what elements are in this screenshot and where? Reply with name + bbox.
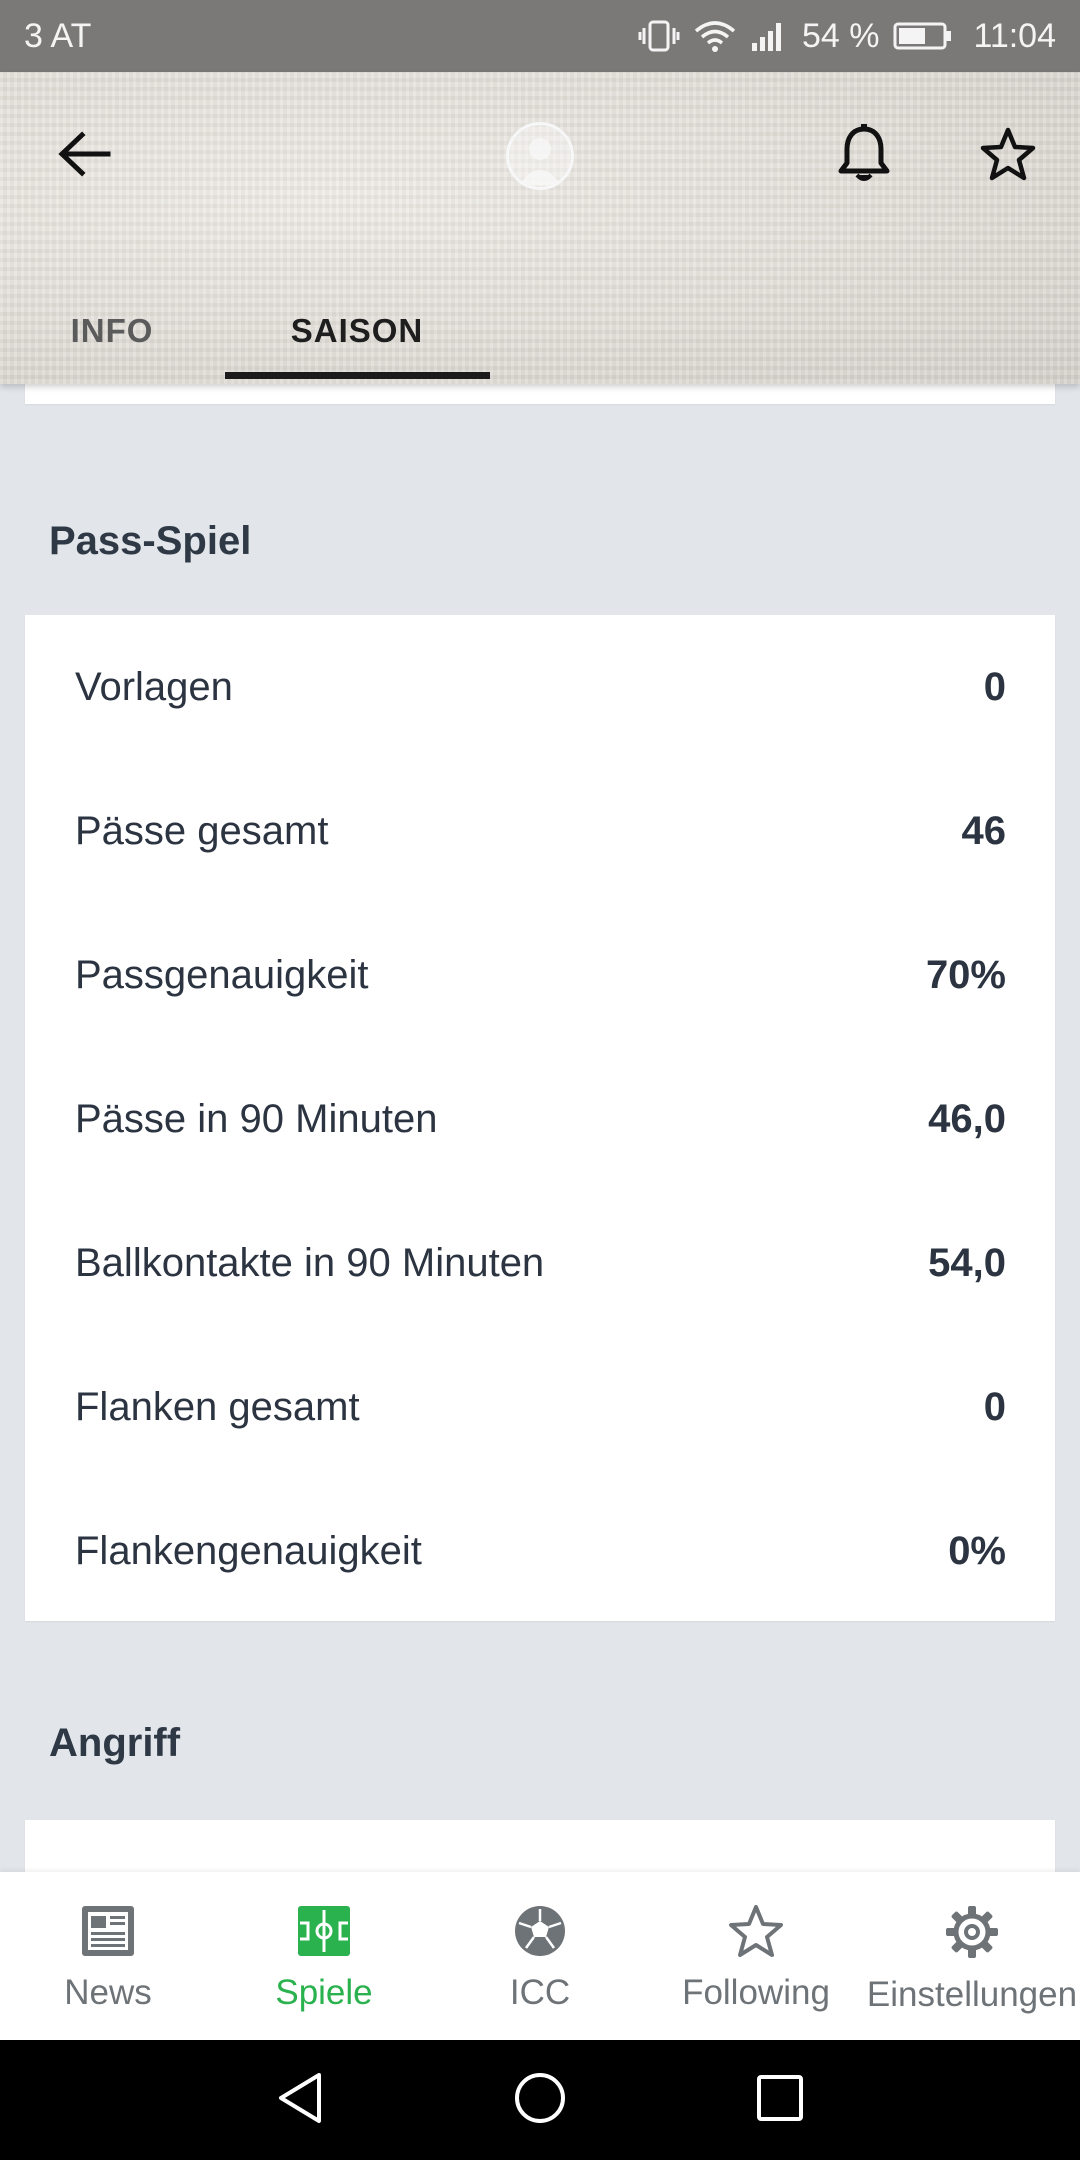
section-title-angriff: Angriff (49, 1721, 181, 1765)
active-tab-indicator (225, 372, 490, 379)
stat-label: Passgenauigkeit (75, 952, 369, 997)
circle-home-icon (513, 2071, 567, 2130)
stat-row: Flankengenauigkeit 0% (25, 1479, 1055, 1623)
triangle-back-icon (275, 2071, 325, 2130)
vibrate-icon (638, 18, 680, 54)
system-navigation-bar (0, 2040, 1080, 2160)
stat-label: Flanken gesamt (75, 1384, 360, 1429)
status-bar: 3 AT 54 % 11:04 (0, 0, 1080, 72)
season-stats-content[interactable]: Pass-Spiel Vorlagen 0 Pässe gesamt 46 Pa… (0, 384, 1080, 1872)
stat-row: Flanken gesamt 0 (25, 1335, 1055, 1479)
stat-row: Passgenauigkeit 70% (25, 903, 1055, 1047)
favorite-button[interactable] (968, 116, 1048, 196)
stat-value: 0 (983, 1384, 1006, 1429)
stat-label: Pässe gesamt (75, 808, 329, 853)
app-header: INFO SAISON (0, 72, 1080, 384)
system-back-button[interactable] (240, 2040, 360, 2160)
stat-row: Pässe gesamt 46 (25, 759, 1055, 903)
back-button[interactable] (44, 116, 124, 196)
wifi-icon (694, 19, 736, 53)
clock: 11:04 (973, 16, 1056, 55)
stat-row: Vorlagen 0 (25, 615, 1055, 759)
stat-label: Ballkontakte in 90 Minuten (75, 1240, 545, 1285)
nav-label: ICC (509, 1973, 571, 2012)
stat-value: 70% (925, 952, 1006, 997)
pitch-icon (296, 1904, 352, 1963)
stat-label: Vorlagen (75, 664, 233, 709)
stat-value: 0 (983, 664, 1006, 709)
nav-spiele[interactable]: Spiele (216, 1872, 432, 2040)
nav-einstellungen[interactable]: Einstellungen (864, 1872, 1080, 2040)
tab-saison[interactable]: SAISON (224, 278, 490, 384)
nav-label: Following (682, 1973, 830, 2012)
stat-row: Ballkontakte in 90 Minuten 54,0 (25, 1191, 1055, 1335)
newspaper-icon (80, 1904, 136, 1963)
stat-label: Flankengenauigkeit (75, 1528, 422, 1573)
stat-value: 46 (961, 808, 1007, 853)
section-title-pass: Pass-Spiel (49, 519, 252, 563)
battery-percent: 54 % (801, 16, 880, 55)
status-indicators: 54 % 11:04 (638, 17, 1056, 56)
stat-row: Pässe in 90 Minuten 46,0 (25, 1047, 1055, 1191)
star-icon (727, 1904, 785, 1963)
arrow-left-icon (56, 130, 112, 183)
square-recents-icon (755, 2073, 805, 2128)
nav-label: Spiele (275, 1973, 373, 2012)
gear-icon (944, 1904, 1000, 1965)
stat-value: 46,0 (928, 1096, 1006, 1141)
notification-button[interactable] (824, 116, 904, 196)
football-icon (512, 1904, 568, 1963)
stat-value: 54,0 (928, 1240, 1006, 1285)
tab-bar: INFO SAISON (0, 278, 1080, 384)
system-recents-button[interactable] (720, 2040, 840, 2160)
battery-icon (893, 21, 953, 51)
signal-icon (750, 21, 786, 51)
carrier-label: 3 AT (24, 16, 92, 55)
previous-card-bottom (25, 384, 1055, 404)
system-home-button[interactable] (480, 2040, 600, 2160)
player-avatar (506, 122, 574, 190)
bell-icon (837, 123, 891, 190)
tab-info[interactable]: INFO (40, 278, 184, 384)
nav-following[interactable]: Following (648, 1872, 864, 2040)
nav-news[interactable]: News (0, 1872, 216, 2040)
stat-value: 0% (948, 1528, 1006, 1573)
nav-label: News (64, 1973, 152, 2012)
stat-label: Pässe in 90 Minuten (75, 1096, 438, 1141)
bottom-navigation: News Spiele ICC Following Einstellungen (0, 1872, 1080, 2040)
angriff-stats-card (25, 1820, 1055, 1872)
nav-icc[interactable]: ICC (432, 1872, 648, 2040)
nav-label: Einstellungen (866, 1975, 1078, 2014)
star-outline-icon (979, 126, 1037, 187)
pass-stats-card: Vorlagen 0 Pässe gesamt 46 Passgenauigke… (25, 615, 1055, 1621)
